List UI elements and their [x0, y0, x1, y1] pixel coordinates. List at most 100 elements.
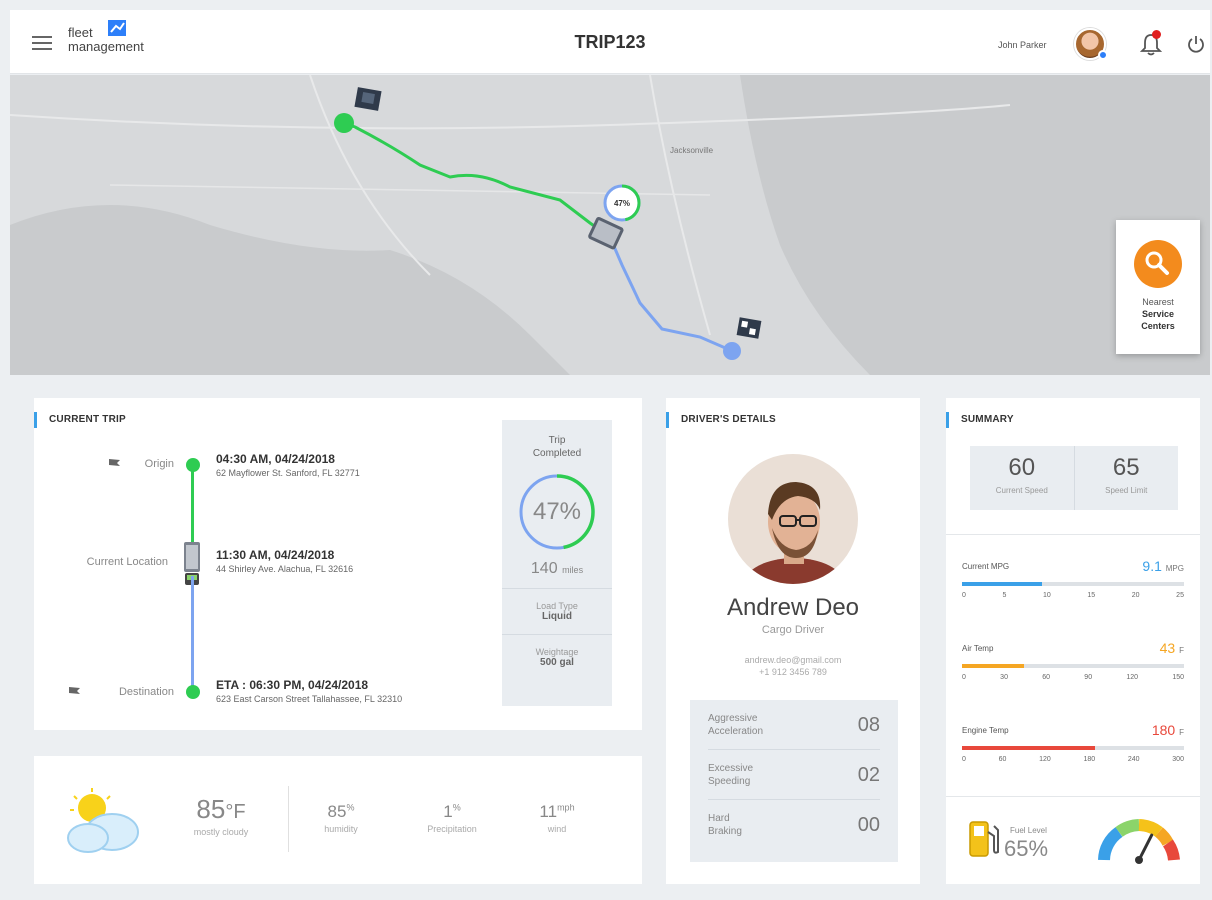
trip-progress-line-green: [191, 464, 194, 546]
summary-title: SUMMARY: [946, 412, 1014, 428]
tick-label: 15: [1087, 592, 1096, 599]
fuel-level-value: 65%: [1004, 836, 1049, 861]
current-time: 11:30 AM, 04/24/2018: [216, 548, 335, 562]
trip-stats-panel: Trip Completed 47% 140 miles Load Type L…: [502, 420, 612, 706]
air-temp-label: Air Temp: [962, 644, 994, 653]
tick-label: 5: [1002, 592, 1007, 599]
nearest-service-centers-button[interactable]: Nearest Service Centers: [1116, 220, 1200, 354]
route-map[interactable]: Jacksonville 47%: [10, 75, 1210, 375]
mpg-bar-fill: [962, 582, 1042, 586]
humidity-label: humidity: [324, 824, 358, 834]
fuel-gauge-needle: [1137, 833, 1154, 862]
stat-label-line1: Hard: [708, 813, 730, 824]
tick-label: 120: [1126, 674, 1139, 681]
route-remaining: [608, 236, 731, 352]
current-trip-title: CURRENT TRIP: [34, 412, 126, 428]
power-icon[interactable]: [1186, 34, 1206, 54]
notification-badge: [1152, 30, 1161, 39]
current-speed-label: Current Speed: [995, 486, 1048, 495]
destination-dot: [186, 685, 200, 699]
stat-value: 02: [857, 764, 880, 786]
tick-label: 30: [1000, 674, 1008, 681]
destination-label: Destination: [118, 686, 174, 698]
air-temp-bar: [962, 664, 1184, 668]
driver-photo[interactable]: [728, 454, 858, 584]
temperature-block: 85°F mostly cloudy: [166, 794, 276, 837]
fuel-gauge: [1098, 819, 1180, 864]
stat-label-line1: Excessive: [708, 763, 754, 774]
completed-line1: Trip: [548, 435, 566, 446]
stat-row: Excessive Speeding 02: [708, 750, 880, 800]
stat-value: 00: [857, 814, 880, 836]
tick-label: 0: [962, 756, 966, 763]
engine-temp-bar-fill: [962, 746, 1096, 750]
air-temp-bar-fill: [962, 664, 1025, 668]
stat-row: Aggressive Acceleration 08: [708, 700, 880, 750]
fuel-level-label: Fuel Level: [1010, 826, 1047, 835]
tick-label: 25: [1176, 592, 1184, 599]
driver-stats: Aggressive Acceleration 08 Excessive Speed…: [690, 700, 898, 862]
driver-email[interactable]: andrew.deo@gmail.com: [666, 654, 920, 666]
destination-marker[interactable]: [723, 342, 741, 360]
tick-label: 120: [1039, 756, 1051, 763]
wrench-icon: [1134, 240, 1182, 288]
map-canvas: Jacksonville 47%: [10, 75, 1210, 375]
stat-label-line2: Speeding: [708, 776, 751, 787]
air-temp-value: 43: [1159, 640, 1176, 656]
speed-box: 60 Current Speed 65 Speed Limit: [970, 446, 1178, 510]
wind-block: 11mph wind: [522, 802, 592, 834]
user-name[interactable]: John Parker: [998, 40, 1047, 50]
destination-time: ETA : 06:30 PM, 04/24/2018: [216, 678, 369, 692]
engine-temp-bar: [962, 746, 1184, 750]
fuel-pump-icon: [969, 821, 999, 857]
app-header: fleet management TRIP123 John Parker: [10, 10, 1210, 74]
mpg-value: 9.1: [1142, 558, 1162, 574]
destination-flag-icon: [736, 317, 762, 339]
air-temp-ticks: 0 30 60 90 120 150: [962, 674, 1184, 681]
speed-limit-value: 65: [1112, 454, 1140, 481]
precip-label: Precipitation: [427, 824, 477, 834]
current-location-label: Current Location: [86, 556, 168, 568]
temperature-unit: °F: [225, 801, 246, 823]
service-line2: Service: [1141, 309, 1175, 319]
stat-label-line1: Aggressive: [708, 713, 758, 724]
current-trip-card: CURRENT TRIP Origin 04:30 AM, 04/24/2018…: [34, 398, 642, 730]
trip-percent: 47%: [532, 498, 582, 525]
origin-marker[interactable]: [334, 113, 354, 133]
trip-miles-unit: miles: [562, 565, 584, 575]
tick-label: 10: [1043, 592, 1051, 599]
weightage-label: Weightage: [535, 647, 579, 657]
tick-label: 60: [1042, 674, 1051, 681]
weightage-section: Weightage 500 gal: [502, 635, 612, 680]
mpg-unit: MPG: [1165, 564, 1184, 573]
weather-condition: mostly cloudy: [193, 827, 249, 837]
current-speed-value: 60: [1008, 454, 1036, 481]
service-line3: Centers: [1141, 321, 1175, 331]
wind-label: wind: [547, 824, 567, 834]
trip-progress-ring: 47%: [517, 472, 597, 552]
map-progress-label: 47%: [614, 199, 630, 208]
stat-label-line2: Braking: [708, 826, 742, 837]
wind-value: 11: [539, 802, 558, 821]
tick-label: 20: [1131, 592, 1140, 599]
driver-phone[interactable]: +1 912 3456 789: [666, 666, 920, 678]
precip-value: 1: [443, 802, 453, 821]
partly-cloudy-icon: [67, 788, 139, 853]
summary-divider: [946, 796, 1200, 797]
speed-limit-label: Speed Limit: [1105, 486, 1148, 495]
summary-card: SUMMARY 60 Current Speed 65 Speed Limit …: [946, 398, 1200, 884]
driver-contact: andrew.deo@gmail.com +1 912 3456 789: [666, 654, 920, 678]
mpg-ticks: 0 5 10 15 20 25: [962, 592, 1184, 599]
mpg-label: Current MPG: [962, 562, 1010, 571]
driver-details-title: DRIVER'S DETAILS: [666, 412, 776, 428]
driver-name: Andrew Deo: [726, 594, 860, 621]
map-progress-ring: 47%: [603, 184, 641, 222]
origin-flag-icon: [354, 87, 382, 111]
current-speed: 60 Current Speed: [970, 446, 1074, 510]
load-type-label: Load Type: [536, 601, 578, 611]
origin-time: 04:30 AM, 04/24/2018: [216, 452, 335, 466]
avatar-status-badge: [1098, 50, 1108, 60]
mpg-bar: [962, 582, 1184, 586]
engine-temp-value: 180: [1151, 722, 1176, 738]
load-type-section: Load Type Liquid: [502, 589, 612, 635]
